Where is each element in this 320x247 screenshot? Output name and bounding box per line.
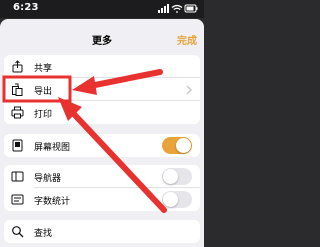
navigator-toggle[interactable] xyxy=(162,168,192,185)
sheet-title: 更多 xyxy=(92,36,112,47)
toggle-knob xyxy=(163,192,178,207)
word-count-icon xyxy=(11,194,24,205)
screen-view-toggle[interactable] xyxy=(162,137,192,154)
word-count-row: 字数统计 xyxy=(4,188,200,211)
share-icon xyxy=(12,60,23,73)
chevron-right-icon xyxy=(186,85,192,95)
print-label: 打印 xyxy=(34,110,53,120)
screen-view-label: 屏幕视图 xyxy=(34,143,71,153)
navigator-icon xyxy=(11,171,24,182)
screen-view-row: 屏幕视图 xyxy=(4,134,200,157)
wifi-icon xyxy=(171,4,183,13)
screen-view-icon xyxy=(12,139,23,152)
done-button[interactable]: 完成 xyxy=(177,32,197,47)
status-icons xyxy=(158,4,198,13)
status-bar: 6:23 xyxy=(0,0,204,18)
print-icon xyxy=(11,106,24,119)
screen-view-group: 屏幕视图 xyxy=(4,134,200,157)
toggle-knob xyxy=(176,138,191,153)
export-label: 导出 xyxy=(34,87,53,97)
export-icon xyxy=(12,83,23,96)
search-label: 查找 xyxy=(34,229,53,239)
navigator-label: 导航器 xyxy=(34,174,62,184)
navigator-wordcount-group: 导航器 字数统计 xyxy=(4,165,200,211)
navigator-row: 导航器 xyxy=(4,165,200,188)
battery-icon xyxy=(184,4,198,13)
search-group: 查找 xyxy=(4,220,200,243)
share-label: 共享 xyxy=(34,64,53,74)
status-time: 6:23 xyxy=(13,2,39,13)
search-row[interactable]: 查找 xyxy=(4,220,200,243)
toggle-knob xyxy=(163,169,178,184)
export-row[interactable]: 导出 xyxy=(4,78,200,101)
print-row[interactable]: 打印 xyxy=(4,101,200,124)
share-row[interactable]: 共享 xyxy=(4,55,200,78)
word-count-label: 字数统计 xyxy=(34,197,71,207)
signal-icon xyxy=(158,4,169,13)
word-count-toggle[interactable] xyxy=(162,191,192,208)
share-export-print-group: 共享 导出 打印 xyxy=(4,55,200,124)
more-sheet: 更多 完成 共享 导出 打印 屏幕视图 导航器 字数统计 查找 xyxy=(0,19,204,247)
search-icon xyxy=(12,226,24,238)
